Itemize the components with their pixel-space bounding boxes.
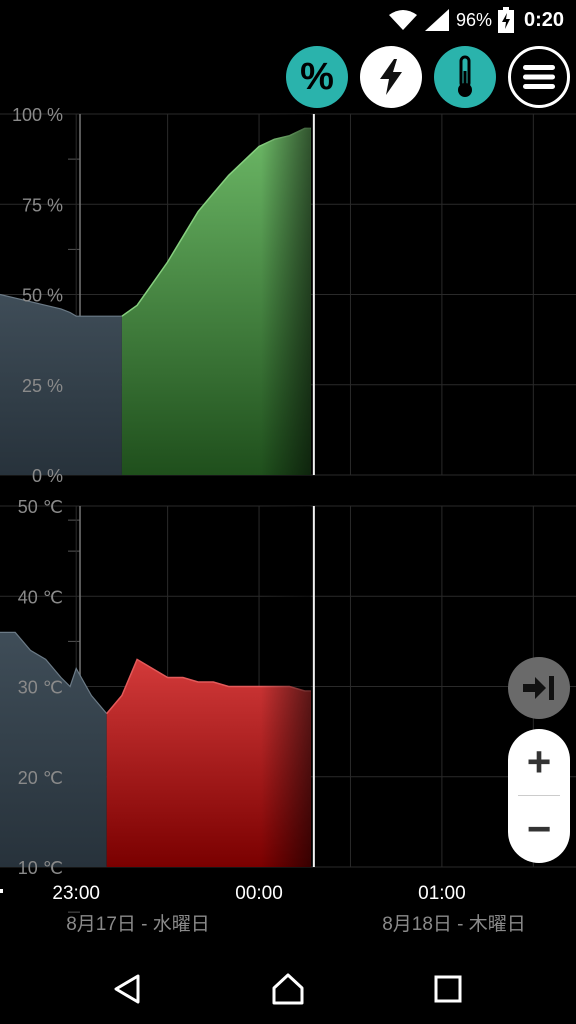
temperature-ytick-label: 20 ℃ <box>18 768 63 788</box>
zoom-controls: + − <box>508 729 570 863</box>
x-time-label-edge <box>0 889 3 893</box>
zoom-in-button[interactable]: + <box>508 729 570 795</box>
x-date-label: 8月18日 - 木曜日 <box>382 913 526 935</box>
x-time-label: 23:00 <box>52 883 100 904</box>
zoom-out-label: − <box>526 805 552 852</box>
battery-charts[interactable]: 100 % 75 % 50 % 25 % 0 % 50 ℃ 40 ℃ 30 ℃ 20 ℃ 10 ℃… <box>0 0 576 952</box>
x-date-label: 8月17日 - 水曜日 <box>66 913 210 935</box>
temperature-ytick-label: 50 ℃ <box>18 497 63 517</box>
back-icon <box>112 973 144 1005</box>
temperature-now-fade <box>260 506 311 867</box>
scroll-to-end-button[interactable] <box>508 657 570 719</box>
x-time-label: 00:00 <box>235 883 283 904</box>
temperature-ytick-label: 40 ℃ <box>18 587 63 607</box>
back-button[interactable] <box>98 966 158 1012</box>
temperature-ytick-label: 30 ℃ <box>18 678 63 698</box>
battery-level-ytick-label: 0 % <box>32 466 63 486</box>
recents-icon <box>434 975 462 1003</box>
recents-button[interactable] <box>418 966 478 1012</box>
battery-level-ytick-label: 50 % <box>22 286 63 306</box>
zoom-out-button[interactable]: − <box>508 796 570 862</box>
battery-level-ytick-label: 100 % <box>12 105 63 125</box>
temperature-ytick-label: 10 ℃ <box>18 858 63 878</box>
home-icon <box>271 972 305 1006</box>
x-time-label: 01:00 <box>418 883 466 904</box>
arrow-to-end-icon <box>521 673 557 703</box>
navigation-bar <box>0 952 576 1024</box>
battery-level-now-fade <box>260 114 311 475</box>
home-button[interactable] <box>258 966 318 1012</box>
zoom-in-label: + <box>526 738 552 785</box>
battery-level-ytick-label: 75 % <box>22 195 63 215</box>
battery-level-ytick-label: 25 % <box>22 376 63 396</box>
